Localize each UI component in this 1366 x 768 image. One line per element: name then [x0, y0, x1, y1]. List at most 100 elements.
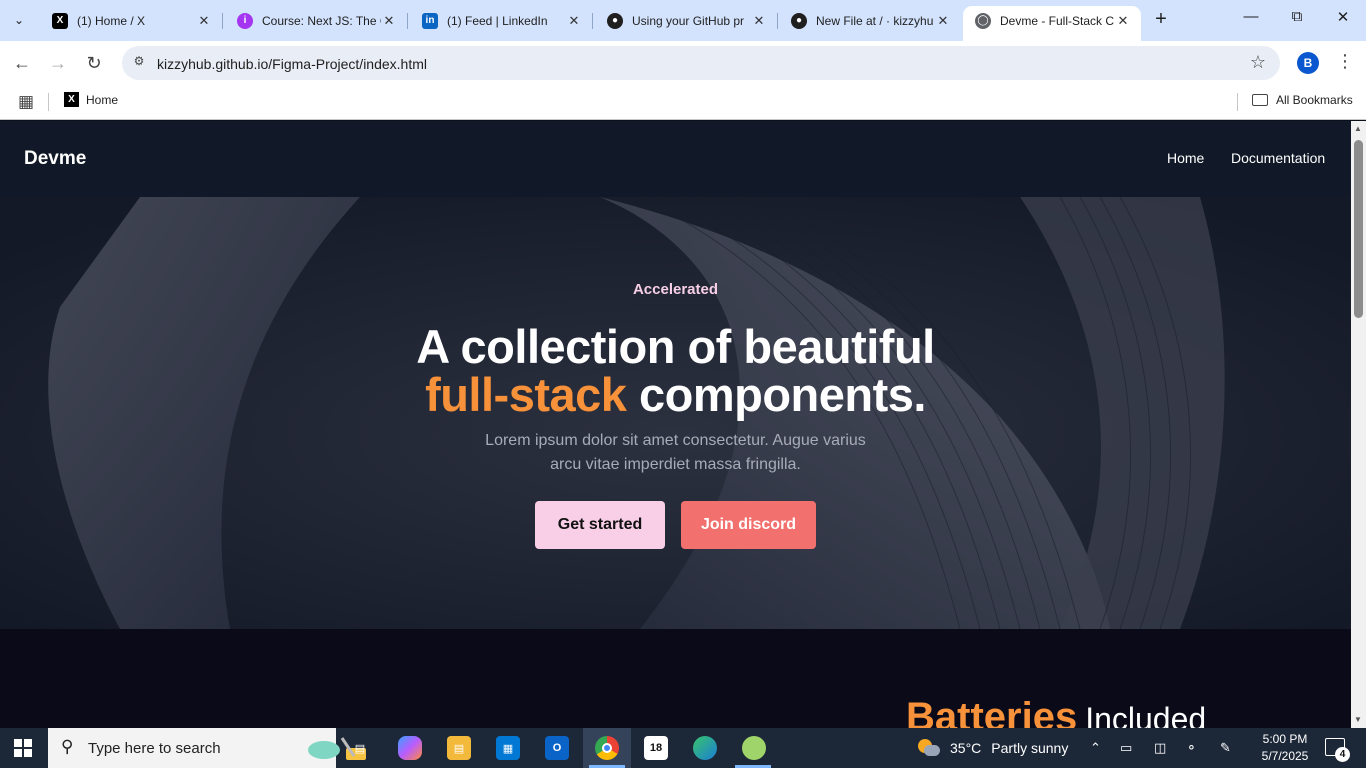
close-icon[interactable]: ✕	[935, 13, 951, 29]
new-tab-button[interactable]: +	[1150, 9, 1172, 31]
tab-title: (1) Feed | LinkedIn	[447, 13, 548, 28]
minimize-button[interactable]: —	[1228, 8, 1274, 32]
restore-button[interactable]: ⧉	[1274, 8, 1320, 32]
taskbar-search-box[interactable]: ⚲ Type here to search	[48, 728, 366, 768]
tab-title: Using your GitHub pr	[632, 13, 745, 28]
nav-link-documentation[interactable]: Documentation	[1231, 150, 1325, 166]
github-icon: ●	[791, 12, 807, 29]
reload-button[interactable]: ↻	[82, 51, 106, 75]
minimize-icon: —	[1243, 8, 1259, 25]
tab-github-docs[interactable]: ● Using your GitHub pr ✕	[595, 6, 778, 35]
page-scrollbar[interactable]: ▲ ▼	[1351, 121, 1366, 728]
edge-icon[interactable]	[693, 736, 717, 760]
more-menu-icon[interactable]: ⋮	[1336, 51, 1354, 72]
hero-title-rest: components.	[638, 368, 926, 421]
tab-separator	[777, 13, 778, 29]
tab-title: (1) Home / X	[77, 13, 146, 28]
hero-kicker: Accelerated	[632, 281, 719, 298]
hero-lead-line2: arcu vitae imperdiet massa fringilla.	[550, 456, 801, 473]
page-viewport: Devme Home Documentation Accelerated A c…	[0, 121, 1351, 728]
x-logo-icon: X	[52, 12, 68, 29]
file-explorer-icon[interactable]: ▤	[447, 736, 471, 760]
app-icon[interactable]	[742, 736, 766, 760]
window-close-button[interactable]: ✕	[1320, 8, 1366, 32]
tab-separator	[222, 13, 223, 29]
tab-devme[interactable]: ◯ Devme - Full-Stack C ✕	[963, 6, 1141, 41]
tab-course[interactable]: i Course: Next JS: The C ✕	[225, 6, 408, 35]
close-icon[interactable]: ✕	[196, 13, 212, 29]
bookmark-separator	[48, 93, 49, 111]
features-section: Batteries Included	[0, 629, 1351, 728]
calendar-app-icon[interactable]: 18	[644, 736, 668, 760]
section-heading-big: Batteries	[906, 695, 1078, 728]
all-bookmarks-label: All Bookmarks	[1276, 93, 1353, 107]
close-icon: ✕	[1336, 9, 1350, 26]
windows-start-icon[interactable]	[14, 739, 32, 757]
tab-linkedin[interactable]: in (1) Feed | LinkedIn ✕	[410, 6, 593, 35]
globe-icon: ◯	[975, 12, 991, 29]
site-navbar: Devme Home Documentation	[0, 121, 1351, 197]
get-started-button[interactable]: Get started	[535, 501, 665, 549]
profile-avatar[interactable]: B	[1297, 52, 1319, 74]
tab-title: Devme - Full-Stack C	[1000, 13, 1115, 28]
meet-now-icon[interactable]: ◫	[1154, 740, 1166, 756]
section-heading: Batteries Included	[906, 695, 1206, 728]
site-logo[interactable]: Devme	[24, 148, 86, 170]
back-button[interactable]: ←	[10, 51, 34, 75]
tab-strip: ⌄ X (1) Home / X ✕ i Course: Next JS: Th…	[0, 0, 1366, 41]
close-icon[interactable]: ✕	[751, 13, 767, 29]
reload-icon: ↻	[86, 53, 102, 73]
weather-widget[interactable]: 35°C Partly sunny	[918, 739, 1068, 757]
tab-title: New File at / · kizzyhu	[816, 13, 934, 28]
wifi-icon[interactable]: ⚬	[1186, 740, 1197, 756]
scroll-down-icon[interactable]: ▼	[1354, 715, 1362, 724]
apps-grid-icon[interactable]: ▦	[18, 92, 34, 112]
url-text[interactable]: kizzyhub.github.io/Figma-Project/index.h…	[157, 56, 427, 72]
battery-icon[interactable]: ▭	[1120, 740, 1132, 756]
tab-github-newfile[interactable]: ● New File at / · kizzyhu ✕	[779, 6, 961, 35]
system-clock[interactable]: 5:00 PM 5/7/2025	[1252, 731, 1318, 765]
x-logo-icon: X	[64, 92, 79, 107]
linkedin-icon: in	[422, 12, 438, 29]
forward-button[interactable]: →	[46, 51, 70, 75]
bookmark-label: Home	[86, 92, 119, 107]
weather-temperature: 35°C	[950, 740, 982, 756]
copilot-icon[interactable]	[398, 736, 422, 760]
chrome-icon[interactable]	[595, 736, 619, 760]
folder-icon	[1252, 94, 1268, 106]
arrow-left-icon: ←	[13, 53, 31, 73]
partly-sunny-icon	[918, 739, 940, 757]
pen-icon[interactable]: ✎	[1220, 740, 1231, 756]
hero-section: Accelerated A collection of beautiful fu…	[0, 197, 1351, 629]
weather-condition: Partly sunny	[991, 740, 1069, 756]
nav-link-home[interactable]: Home	[1167, 150, 1204, 166]
notification-count-badge: 4	[1335, 747, 1350, 762]
scroll-thumb[interactable]	[1354, 140, 1363, 318]
site-info-icon[interactable]: ⚙	[130, 54, 148, 72]
microsoft-store-icon[interactable]: ▦	[496, 736, 520, 760]
outlook-icon[interactable]: O	[545, 736, 569, 760]
bookmark-star-icon[interactable]: ☆	[1250, 52, 1266, 73]
course-site-icon: i	[237, 12, 253, 29]
chevron-down-icon: ⌄	[13, 13, 25, 27]
task-view-icon[interactable]: ▤	[348, 736, 372, 760]
section-heading-small: Included	[1085, 701, 1207, 728]
hero-title-line1: A collection of beautiful	[416, 320, 935, 373]
join-discord-button[interactable]: Join discord	[681, 501, 816, 549]
hero-title-line2: full-stack components.	[0, 367, 1351, 422]
close-icon[interactable]: ✕	[1115, 13, 1131, 29]
tab-x-home[interactable]: X (1) Home / X ✕	[40, 6, 223, 35]
address-bar[interactable]: ⚙ kizzyhub.github.io/Figma-Project/index…	[122, 46, 1280, 80]
all-bookmarks-button[interactable]: All Bookmarks	[1252, 93, 1353, 107]
clock-time: 5:00 PM	[1262, 732, 1308, 746]
windows-taskbar: ⚲ Type here to search ▤ ▤ ▦ O 18 35°C Pa…	[0, 728, 1366, 768]
close-icon[interactable]: ✕	[566, 13, 582, 29]
chevron-up-icon[interactable]: ⌃	[1090, 740, 1101, 756]
arrow-right-icon: →	[49, 53, 67, 73]
scroll-up-icon[interactable]: ▲	[1354, 124, 1362, 133]
tab-separator	[407, 13, 408, 29]
tab-search-button[interactable]: ⌄	[6, 8, 32, 32]
bookmark-home[interactable]: X Home	[64, 92, 118, 107]
close-icon[interactable]: ✕	[381, 13, 397, 29]
hero-title-highlight: full-stack	[425, 368, 627, 421]
